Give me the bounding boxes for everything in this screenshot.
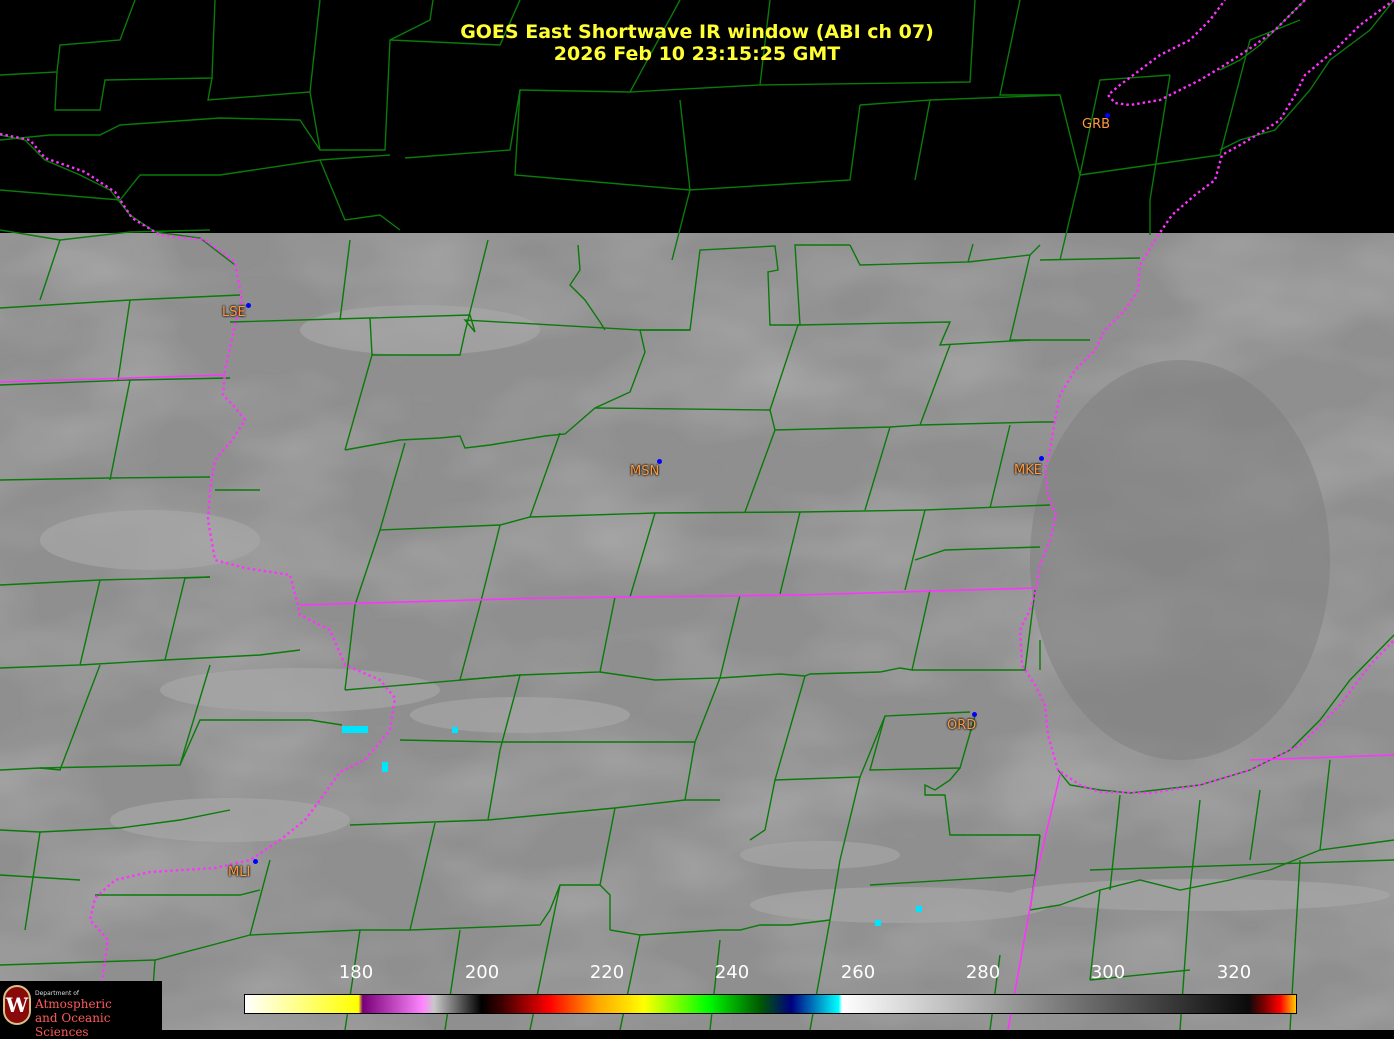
station-label-mli: MLI: [228, 865, 251, 880]
colorbar-tick-240: 240: [714, 962, 750, 983]
lake-michigan-shade: [1030, 360, 1330, 760]
station-dot-mli: [253, 859, 258, 864]
station-label-msn: MSN: [630, 464, 660, 479]
logo-line1: Atmospheric: [35, 997, 112, 1011]
image-timestamp: 2026 Feb 10 23:15:25 GMT: [553, 43, 841, 65]
uw-shield-icon: W: [3, 985, 31, 1025]
image-title: GOES East Shortwave IR window (ABI ch 07…: [460, 21, 934, 43]
station-label-ord: ORD: [947, 718, 977, 733]
station-dot-mke: [1039, 456, 1044, 461]
temperature-colorbar: [244, 994, 1297, 1014]
colorbar-tick-280: 280: [965, 962, 1001, 983]
station-label-lse: LSE: [222, 305, 246, 320]
colorbar-tick-180: 180: [338, 962, 374, 983]
station-dot-ord: [972, 712, 977, 717]
station-dot-lse: [246, 303, 251, 308]
logo-line2: and Oceanic Sciences: [35, 1011, 111, 1039]
logo-dept-text: Department of: [35, 990, 79, 997]
station-label-grb: GRB: [1082, 117, 1111, 132]
colorbar-tick-320: 320: [1216, 962, 1252, 983]
colorbar-tick-260: 260: [840, 962, 876, 983]
colorbar-tick-200: 200: [464, 962, 500, 983]
satellite-map: [0, 0, 1394, 1030]
station-label-mke: MKE: [1014, 463, 1042, 478]
colorbar-tick-220: 220: [589, 962, 625, 983]
colorbar-tick-300: 300: [1090, 962, 1126, 983]
aos-logo: W Department of Atmospheric and Oceanic …: [0, 981, 162, 1039]
